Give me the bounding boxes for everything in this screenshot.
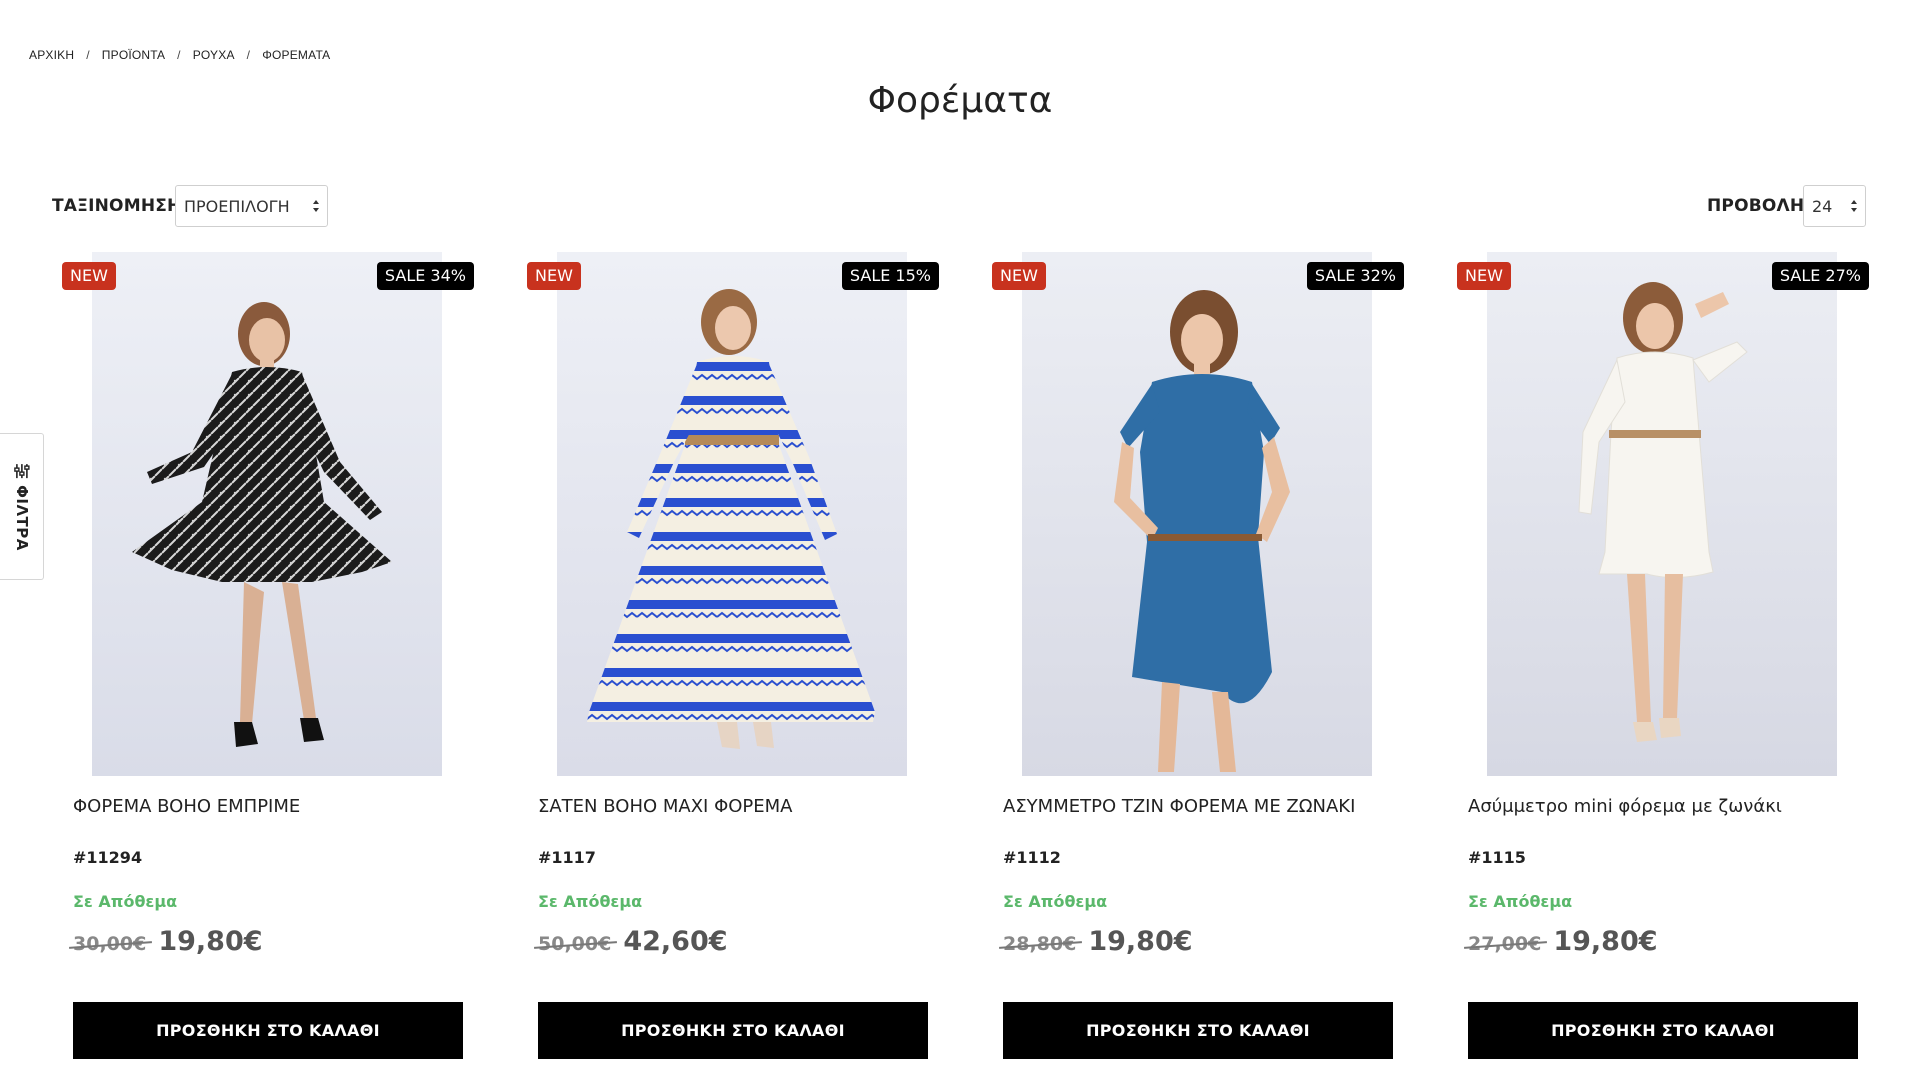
- product-card: NEW SALE 15% ΣΑΤΕΝ BOHO ΜΑΧΙ ΦΟΡΕΜΑ #111…: [527, 252, 939, 1072]
- sale-price: 42,60€: [623, 926, 728, 957]
- breadcrumb-separator: /: [246, 48, 251, 62]
- product-card: NEW SALE 32% ΑΣΥΜΜΕΤΡΟ ΤΖΙΝ ΦΟΡΕΜΑ ΜΕ ΖΩ…: [992, 252, 1404, 1072]
- sale-badge: SALE 32%: [1306, 262, 1404, 290]
- new-badge: NEW: [1457, 262, 1511, 290]
- price-group: 28,80€ 19,80€: [1003, 926, 1193, 957]
- stock-status: Σε Απόθεμα: [538, 892, 643, 911]
- price-group: 27,00€ 19,80€: [1468, 926, 1658, 957]
- view-select[interactable]: 24: [1803, 185, 1866, 227]
- product-sku: #1117: [538, 848, 596, 867]
- product-sku: #1112: [1003, 848, 1061, 867]
- sale-badge: SALE 34%: [376, 262, 474, 290]
- filters-tab[interactable]: ΦΙΛΤΡΑ: [0, 433, 44, 580]
- product-photo: [1487, 252, 1837, 776]
- sale-badge: SALE 15%: [841, 262, 939, 290]
- breadcrumb: ΑΡΧΙΚΗ / ΠΡΟΪΟΝΤΑ / ΡΟΥΧΑ / ΦΟΡΕΜΑΤΑ: [29, 48, 330, 62]
- sale-price: 19,80€: [1553, 926, 1658, 957]
- breadcrumb-current: ΦΟΡΕΜΑΤΑ: [262, 48, 331, 62]
- add-to-cart-button[interactable]: ΠΡΟΣΘΗΚΗ ΣΤΟ ΚΑΛΑΘΙ: [538, 1002, 928, 1059]
- sort-select[interactable]: ΠΡΟΕΠΙΛΟΓΗ: [175, 185, 328, 227]
- product-photo: [557, 252, 907, 776]
- sale-price: 19,80€: [158, 926, 263, 957]
- view-label: ΠΡΟΒΟΛΗ: [1707, 196, 1805, 216]
- product-name[interactable]: ΑΣΥΜΜΕΤΡΟ ΤΖΙΝ ΦΟΡΕΜΑ ΜΕ ΖΩΝΑΚΙ: [1003, 796, 1355, 817]
- view-select-value: 24: [1812, 196, 1833, 216]
- product-photo: [92, 252, 442, 776]
- breadcrumb-clothes[interactable]: ΡΟΥΧΑ: [193, 48, 235, 62]
- new-badge: NEW: [527, 262, 581, 290]
- breadcrumb-separator: /: [86, 48, 90, 62]
- price-group: 50,00€ 42,60€: [538, 926, 728, 957]
- filters-label: ΦΙΛΤΡΑ: [12, 484, 31, 551]
- breadcrumb-separator: /: [177, 48, 181, 62]
- select-arrows-icon: [1851, 200, 1857, 212]
- sale-price: 19,80€: [1088, 926, 1193, 957]
- product-card: NEW SALE 34% ΦΟΡΕΜΑ BOHO ΕΜΠΡΙΜΕ #11294 …: [62, 252, 474, 1072]
- stock-status: Σε Απόθεμα: [1003, 892, 1108, 911]
- new-badge: NEW: [992, 262, 1046, 290]
- product-image[interactable]: [92, 252, 442, 776]
- product-card: NEW SALE 27% Ασύμμετρο mini φόρεμα με ζω…: [1457, 252, 1869, 1072]
- breadcrumb-home[interactable]: ΑΡΧΙΚΗ: [29, 48, 74, 62]
- old-price: 30,00€: [73, 933, 147, 955]
- sale-badge: SALE 27%: [1771, 262, 1869, 290]
- stock-status: Σε Απόθεμα: [1468, 892, 1573, 911]
- page-title: Φορέματα: [867, 80, 1053, 121]
- old-price: 50,00€: [538, 933, 612, 955]
- old-price: 28,80€: [1003, 933, 1077, 955]
- select-arrows-icon: [313, 200, 319, 212]
- product-image[interactable]: [1022, 252, 1372, 776]
- add-to-cart-button[interactable]: ΠΡΟΣΘΗΚΗ ΣΤΟ ΚΑΛΑΘΙ: [73, 1002, 463, 1059]
- price-group: 30,00€ 19,80€: [73, 926, 263, 957]
- product-name[interactable]: ΦΟΡΕΜΑ BOHO ΕΜΠΡΙΜΕ: [73, 796, 300, 817]
- product-name[interactable]: Ασύμμετρο mini φόρεμα με ζωνάκι: [1468, 796, 1782, 817]
- old-price: 27,00€: [1468, 933, 1542, 955]
- sort-label: ΤΑΞΙΝΟΜΗΣΗ: [52, 196, 182, 216]
- add-to-cart-button[interactable]: ΠΡΟΣΘΗΚΗ ΣΤΟ ΚΑΛΑΘΙ: [1003, 1002, 1393, 1059]
- new-badge: NEW: [62, 262, 116, 290]
- add-to-cart-button[interactable]: ΠΡΟΣΘΗΚΗ ΣΤΟ ΚΑΛΑΘΙ: [1468, 1002, 1858, 1059]
- breadcrumb-products[interactable]: ΠΡΟΪΟΝΤΑ: [102, 48, 165, 62]
- product-sku: #1115: [1468, 848, 1526, 867]
- product-sku: #11294: [73, 848, 143, 867]
- sort-select-value: ΠΡΟΕΠΙΛΟΓΗ: [184, 196, 290, 216]
- sliders-icon: [13, 463, 30, 478]
- product-name[interactable]: ΣΑΤΕΝ BOHO ΜΑΧΙ ΦΟΡΕΜΑ: [538, 796, 792, 817]
- product-image[interactable]: [557, 252, 907, 776]
- stock-status: Σε Απόθεμα: [73, 892, 178, 911]
- product-image[interactable]: [1487, 252, 1837, 776]
- product-photo: [1022, 252, 1372, 776]
